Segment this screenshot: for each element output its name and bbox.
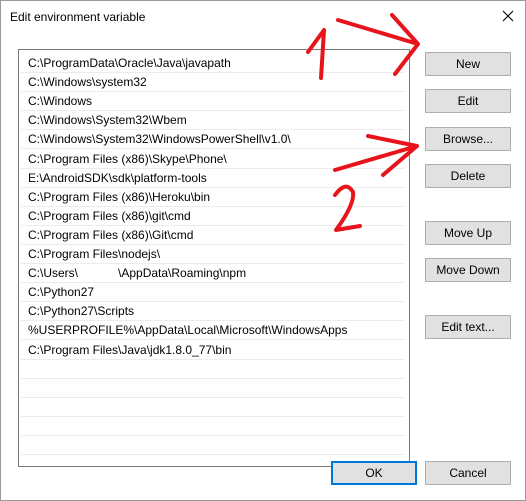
- path-list[interactable]: C:\ProgramData\Oracle\Java\javapath C:\Wi…: [18, 49, 410, 467]
- list-item-text: C:\Python27: [28, 285, 95, 300]
- close-icon: [502, 10, 514, 22]
- ok-button[interactable]: OK: [331, 461, 417, 485]
- list-item-text: C:\ProgramData\Oracle\Java\javapath: [28, 56, 231, 70]
- list-item[interactable]: [21, 435, 405, 455]
- move-down-button[interactable]: Move Down: [425, 258, 511, 282]
- list-item-text: C:\Windows\System32\Wbem: [28, 113, 187, 128]
- list-item[interactable]: C:\Windows\System32\Wbem: [21, 110, 405, 131]
- list-item[interactable]: C:\Program Files (x86)\Git\cmd: [21, 225, 405, 245]
- list-item-text: %USERPROFILE%\AppData\Local\Microsoft\Wi…: [28, 323, 348, 338]
- list-item[interactable]: C:\Program Files\Java\jdk1.8.0_77\bin: [21, 340, 405, 360]
- list-item-text: C:\Program Files (x86)\Skype\Phone\: [28, 151, 227, 166]
- window-title: Edit environment variable: [10, 10, 146, 24]
- edit-env-variable-dialog: Edit environment variable C:\ProgramData…: [0, 0, 526, 501]
- list-item[interactable]: C:\Python27\Scripts: [21, 301, 405, 322]
- list-item[interactable]: C:\Program Files (x86)\Heroku\bin: [21, 187, 405, 207]
- cancel-button[interactable]: Cancel: [425, 461, 511, 485]
- list-item[interactable]: C:\Windows: [21, 91, 405, 112]
- list-item-text: E:\AndroidSDK\sdk\platform-tools: [28, 170, 207, 185]
- list-item-text: C:\Program Files (x86)\Git\cmd: [28, 227, 194, 242]
- list-item-text: C:\Program Files (x86)\git\cmd: [28, 208, 191, 223]
- list-item[interactable]: %USERPROFILE%\AppData\Local\Microsoft\Wi…: [21, 320, 405, 341]
- list-item[interactable]: [21, 397, 405, 417]
- title-bar: Edit environment variable: [1, 1, 525, 33]
- list-item-text: C:\Windows\system32: [28, 75, 147, 90]
- list-item[interactable]: C:\Windows\System32\WindowsPowerShell\v1…: [21, 129, 405, 150]
- list-item[interactable]: C:\Program Files (x86)\git\cmd: [21, 206, 405, 226]
- list-item[interactable]: C:\Python27: [21, 282, 405, 303]
- list-item-text: C:\Program Files\nodejs\: [28, 247, 161, 261]
- list-item[interactable]: [21, 359, 405, 379]
- browse-button[interactable]: Browse...: [425, 127, 511, 151]
- edit-text-button[interactable]: Edit text...: [425, 315, 511, 339]
- list-item[interactable]: E:\AndroidSDK\sdk\platform-tools: [21, 168, 405, 188]
- list-item[interactable]: C:\Users\ \AppData\Roaming\npm: [21, 263, 405, 284]
- edit-button[interactable]: Edit: [425, 89, 511, 113]
- list-item-text: C:\Program Files (x86)\Heroku\bin: [28, 189, 211, 204]
- list-item[interactable]: C:\Program Files (x86)\Skype\Phone\: [21, 149, 405, 169]
- list-item[interactable]: C:\Windows\system32: [21, 72, 405, 93]
- list-item-text: C:\Python27\Scripts: [28, 304, 135, 319]
- list-item[interactable]: [21, 378, 405, 398]
- list-item[interactable]: C:\Program Files\nodejs\: [21, 244, 405, 264]
- move-up-button[interactable]: Move Up: [425, 221, 511, 245]
- list-item-text: C:\Windows: [28, 94, 93, 109]
- list-item[interactable]: C:\ProgramData\Oracle\Java\javapath: [21, 53, 405, 73]
- list-item-text: C:\Program Files\Java\jdk1.8.0_77\bin: [28, 342, 232, 357]
- close-button[interactable]: [493, 3, 523, 29]
- list-item-text: C:\Windows\System32\WindowsPowerShell\v1…: [28, 132, 291, 147]
- list-item-text: C:\Users\ \AppData\Roaming\npm: [28, 266, 247, 281]
- delete-button[interactable]: Delete: [425, 164, 511, 188]
- new-button[interactable]: New: [425, 52, 511, 76]
- list-item[interactable]: [21, 416, 405, 436]
